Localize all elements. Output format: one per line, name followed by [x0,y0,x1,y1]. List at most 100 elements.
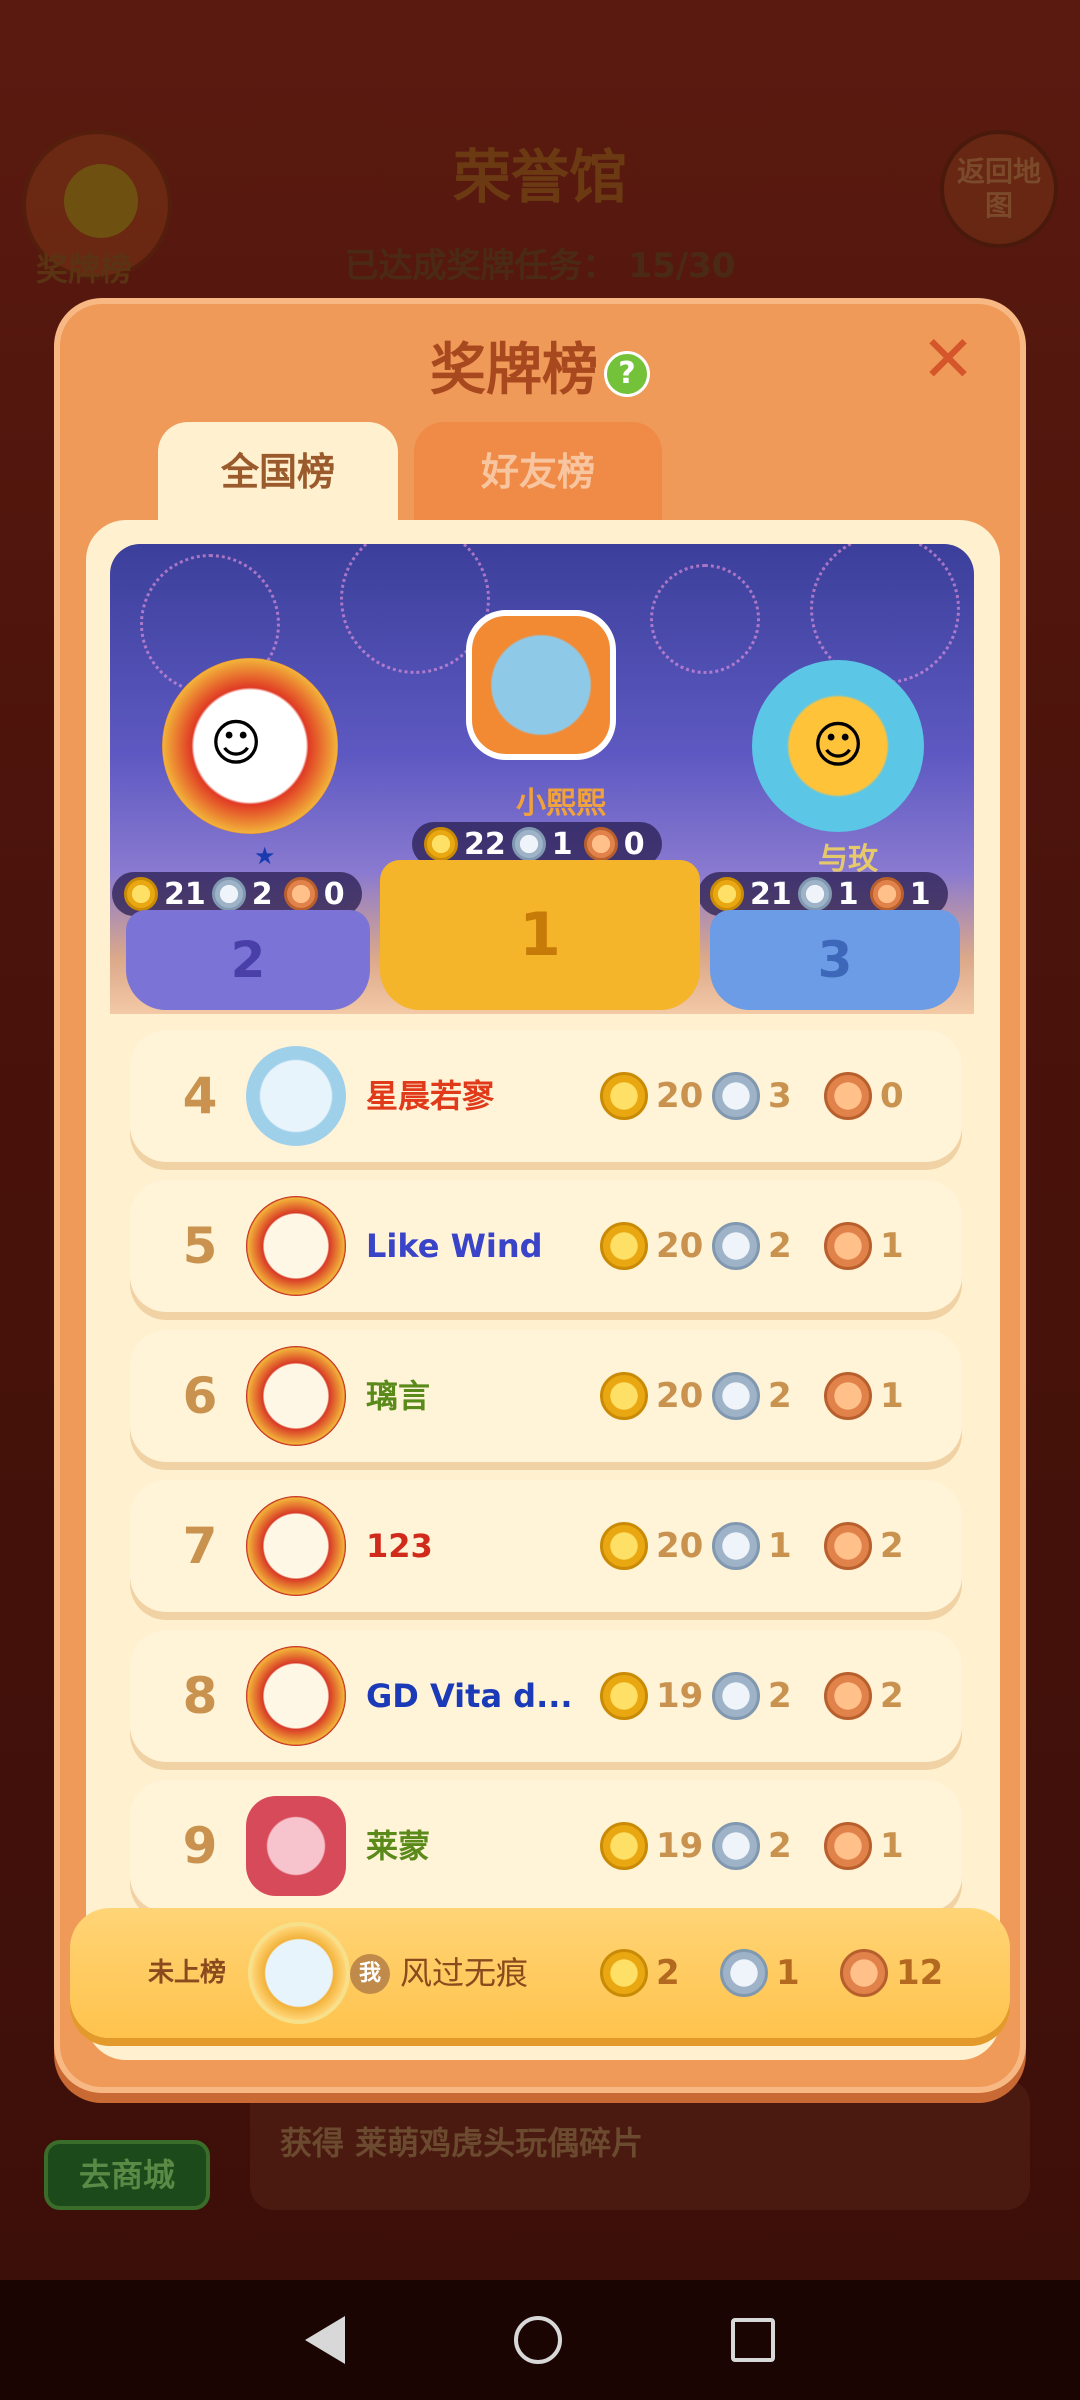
podium-3-avatar[interactable]: ☺ [752,660,924,832]
silver-count: 1 [551,826,573,862]
row-player-name: 123 [366,1527,433,1565]
tab-national[interactable]: 全国榜 [158,422,398,522]
podium-2-avatar[interactable]: ☺ [162,658,338,834]
row-player-name: GD Vita d... [366,1677,573,1715]
row-medals: 20 1 2 [600,1480,928,1612]
leaderboard-row[interactable]: 7 123 20 1 2 [130,1480,962,1612]
gold-count: 19 [656,1676,704,1716]
firework-decoration [650,564,760,674]
home-icon[interactable] [513,2316,562,2364]
row-player-name: 莱蒙 [366,1827,431,1865]
gold-count: 19 [656,1826,704,1866]
star-icon: ★ [254,842,276,870]
silver-count: 2 [768,1226,792,1266]
podium-1: 1 [380,860,700,1010]
gold-medal-icon [124,877,158,911]
silver-medal-icon [712,1222,760,1270]
bronze-medal-icon [824,1072,872,1120]
bronze-count: 0 [323,876,345,912]
silver-medal-icon [712,1822,760,1870]
leaderboard-row[interactable]: 5 Like Wind 20 2 1 [130,1180,962,1312]
bronze-count: 2 [880,1526,904,1566]
progress-value: 15/30 [628,246,736,286]
podium-1-avatar[interactable] [466,610,616,760]
row-player-name: Like Wind [366,1227,543,1265]
help-icon[interactable]: ? [604,350,650,397]
gold-medal-icon [424,827,458,861]
silver-count: 2 [768,1826,792,1866]
leaderboard-row[interactable]: 8 GD Vita d... 19 2 2 [130,1630,962,1762]
bronze-count: 0 [623,826,645,862]
row-avatar [246,1046,346,1146]
leaderboard-row[interactable]: 6 璃言 20 2 1 [130,1330,962,1462]
silver-count: 1 [837,876,859,912]
gold-count: 20 [656,1226,704,1266]
tab-friends[interactable]: 好友榜 [414,422,662,522]
podium-1-name: 小熙熙 [516,786,606,821]
silver-count: 2 [768,1676,792,1716]
row-medals: 20 2 1 [600,1330,928,1462]
bronze-count: 1 [880,1226,904,1266]
reward-text: 获得 莱萌鸡虎头玩偶碎片 [280,2124,644,2162]
silver-count: 2 [251,876,273,912]
bronze-count: 12 [896,1953,944,1993]
row-medals: 19 2 2 [600,1630,928,1762]
gold-count: 22 [464,826,506,862]
go-shop-button[interactable]: 去商城 [44,2140,210,2210]
gold-count: 20 [656,1376,704,1416]
me-badge: 我 [350,1954,390,1994]
my-medals: 2 1 12 [600,1908,952,2038]
silver-medal-icon [511,827,546,861]
row-rank: 6 [182,1367,218,1425]
progress-label: 已达成奖牌任务： [344,246,617,286]
row-medals: 20 2 1 [600,1180,928,1312]
bronze-medal-icon [869,877,904,911]
bronze-count: 0 [880,1076,904,1116]
avatar-face-icon: ☺ [210,714,263,772]
row-rank: 8 [182,1667,218,1725]
row-avatar [246,1796,346,1896]
back-icon[interactable] [304,2316,345,2364]
row-medals: 20 3 0 [600,1030,928,1162]
bronze-medal-icon [824,1522,872,1570]
leaderboard-row[interactable]: 4 星晨若寥 20 3 0 [130,1030,962,1162]
bronze-count: 1 [880,1826,904,1866]
row-rank: 4 [182,1067,218,1125]
gold-medal-icon [600,1822,648,1870]
silver-medal-icon [712,1372,760,1420]
row-player-name: 璃言 [366,1377,431,1415]
gold-count: 20 [656,1076,704,1116]
system-navigation-bar [0,2280,1080,2400]
row-avatar [246,1496,346,1596]
bronze-medal-icon [824,1672,872,1720]
avatar-face-icon: ☺ [812,716,865,774]
silver-count: 2 [768,1376,792,1416]
back-to-map-button[interactable]: 返回地图 [940,130,1058,248]
row-rank: 7 [182,1517,218,1575]
bronze-medal-icon [283,877,318,911]
row-rank: 9 [182,1817,218,1875]
silver-medal-icon [720,1949,768,1997]
bronze-medal-icon [840,1949,888,1997]
recent-apps-icon[interactable] [731,2318,776,2362]
close-button[interactable]: ✕ [918,328,978,392]
gold-medal-icon [600,1672,648,1720]
leaderboard-row[interactable]: 9 莱蒙 19 2 1 [130,1780,962,1912]
gold-count: 20 [656,1526,704,1566]
gold-medal-icon [710,877,744,911]
bronze-medal-icon [824,1222,872,1270]
podium-3: 3 [710,910,960,1010]
silver-medal-icon [211,877,246,911]
medal-task-progress: 已达成奖牌任务： 15/30 [0,238,1080,287]
bronze-medal-icon [824,1822,872,1870]
bronze-count: 2 [880,1676,904,1716]
row-avatar [246,1196,346,1296]
my-rank-row[interactable]: 未上榜 我 风过无痕 2 1 12 [70,1908,1010,2038]
my-player-name: 风过无痕 [400,1954,529,1992]
gold-medal-icon [600,1949,648,1997]
modal-title-text: 奖牌榜 [430,338,598,403]
bronze-medal-icon [824,1372,872,1420]
podium-2: 2 [126,910,370,1010]
gold-medal-icon [600,1072,648,1120]
row-rank: 5 [182,1217,218,1275]
